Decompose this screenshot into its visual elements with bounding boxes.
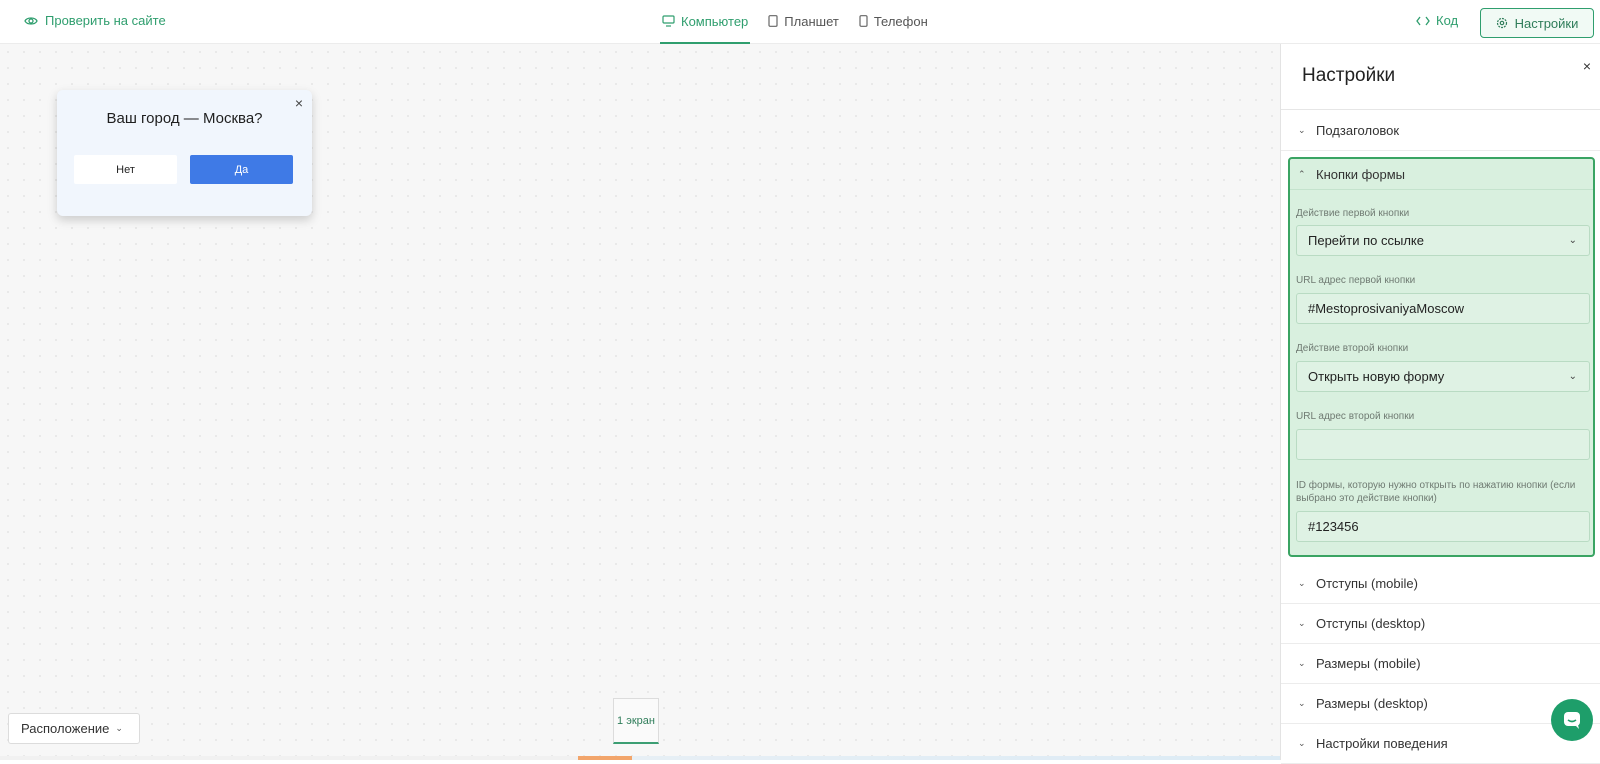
tab-desktop[interactable]: Компьютер — [660, 0, 751, 44]
section-padding-mobile-label: Отступы (mobile) — [1316, 576, 1418, 591]
chevron-down-icon: ⌄ — [1298, 738, 1306, 748]
form-id-label: ID формы, которую нужно открыть по нажат… — [1296, 480, 1576, 504]
first-action-label: Действие первой кнопки — [1296, 208, 1410, 219]
chevron-up-icon: ⌃ — [1298, 168, 1306, 179]
code-label: Код — [1436, 13, 1459, 28]
no-button[interactable]: Нет — [74, 155, 177, 184]
layout-dropdown-label: Расположение — [21, 721, 110, 736]
chevron-down-icon: ⌄ — [1298, 618, 1306, 628]
first-action-select[interactable]: Перейти по ссылке ⌄ — [1296, 225, 1590, 256]
eye-icon — [24, 16, 38, 25]
tab-phone-label: Телефон — [873, 13, 928, 29]
screen-tab-label: 1 экран — [617, 714, 655, 727]
chevron-down-icon: ⌄ — [115, 723, 123, 733]
chevron-down-icon: ⌄ — [1298, 125, 1306, 135]
section-form-buttons-header[interactable]: ⌃ Кнопки формы — [1290, 159, 1593, 190]
tab-tablet-label: Планшет — [784, 13, 839, 29]
section-form-buttons-label: Кнопки формы — [1316, 166, 1406, 182]
chevron-down-icon: ⌄ — [1298, 658, 1306, 668]
bottom-strip — [0, 756, 1280, 760]
second-action-select[interactable]: Открыть новую форму ⌄ — [1296, 361, 1590, 392]
section-padding-desktop-label: Отступы (desktop) — [1316, 616, 1426, 631]
panel-title: Настройки — [1302, 65, 1396, 86]
section-form-buttons: ⌃ Кнопки формы Действие первой кнопки Пе… — [1288, 157, 1595, 557]
code-icon — [1416, 16, 1430, 25]
tab-tablet[interactable]: Планшет — [766, 0, 841, 44]
chevron-down-icon: ⌄ — [1568, 235, 1577, 246]
settings-panel: Настройки × ⌄ Подзаголовок ⌃ Кнопки форм… — [1280, 44, 1600, 764]
first-url-value: #MestoprosivaniyaMoscow — [1308, 301, 1465, 316]
phone-icon — [859, 15, 868, 27]
section-sizes-desktop-label: Размеры (desktop) — [1316, 696, 1428, 711]
settings-label: Настройки — [1514, 15, 1579, 31]
gear-icon — [1496, 17, 1507, 29]
section-behavior-label: Настройки поведения — [1316, 736, 1448, 751]
close-icon[interactable]: × — [1583, 58, 1591, 74]
chat-widget-button[interactable] — [1551, 699, 1593, 741]
yes-button[interactable]: Да — [190, 155, 293, 184]
section-sizes-mobile[interactable]: ⌄ Размеры (mobile) — [1281, 644, 1600, 684]
first-url-label: URL адрес первой кнопки — [1296, 275, 1416, 286]
chevron-down-icon: ⌄ — [1298, 578, 1306, 588]
second-action-label: Действие второй кнопки — [1296, 343, 1409, 354]
chevron-down-icon: ⌄ — [1568, 371, 1577, 382]
section-padding-desktop[interactable]: ⌄ Отступы (desktop) — [1281, 604, 1600, 644]
tab-desktop-label: Компьютер — [681, 13, 749, 29]
check-on-site-link[interactable]: Проверить на сайте — [24, 13, 166, 28]
first-action-value: Перейти по ссылке — [1308, 233, 1424, 248]
first-url-input[interactable]: #MestoprosivaniyaMoscow — [1296, 293, 1590, 324]
tablet-icon — [768, 15, 778, 27]
section-subtitle-label: Подзаголовок — [1316, 123, 1400, 138]
form-id-input[interactable]: #123456 — [1296, 511, 1590, 542]
device-tabs: Компьютер Планшет Телефон — [660, 0, 930, 44]
second-url-label: URL адрес второй кнопки — [1296, 411, 1415, 422]
layout-dropdown[interactable]: Расположение ⌄ — [8, 713, 140, 744]
chat-icon — [1564, 712, 1580, 729]
monitor-icon — [662, 15, 675, 27]
chevron-down-icon: ⌄ — [1298, 698, 1306, 708]
section-behavior[interactable]: ⌄ Настройки поведения — [1281, 724, 1600, 764]
form-id-value: #123456 — [1308, 519, 1359, 534]
editor-canvas: Ваш город — Москва? × Нет Да — [0, 44, 1280, 760]
second-url-input[interactable] — [1296, 429, 1590, 460]
screen-tab[interactable]: 1 экран — [613, 698, 659, 744]
popup-title: Ваш город — Москва? — [106, 110, 263, 127]
top-toolbar: Проверить на сайте Компьютер Планшет Тел… — [0, 0, 1600, 44]
second-action-value: Открыть новую форму — [1308, 369, 1445, 384]
section-subtitle[interactable]: ⌄ Подзаголовок — [1281, 111, 1600, 151]
code-button[interactable]: Код — [1416, 13, 1458, 28]
tab-phone[interactable]: Телефон — [857, 0, 930, 44]
section-padding-mobile[interactable]: ⌄ Отступы (mobile) — [1281, 564, 1600, 604]
section-sizes-mobile-label: Размеры (mobile) — [1316, 656, 1421, 671]
panel-header: Настройки × — [1281, 44, 1600, 110]
check-on-site-label: Проверить на сайте — [45, 13, 166, 28]
settings-button[interactable]: Настройки — [1480, 8, 1594, 38]
city-popup: Ваш город — Москва? × Нет Да — [57, 90, 312, 216]
close-icon[interactable]: × — [295, 95, 303, 111]
